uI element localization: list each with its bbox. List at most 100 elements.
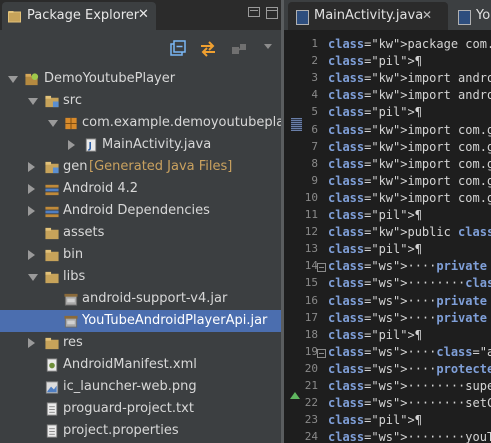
tree-item-ic-launcher-web-png[interactable]: ic_launcher-web.png <box>0 376 281 398</box>
tab-second[interactable]: Yo <box>450 2 491 30</box>
tree-item-androidmanifest-xml[interactable]: AndroidManifest.xml <box>0 354 281 376</box>
tree-item-label: MainActivity.java <box>102 137 212 152</box>
tree-item-mainactivity-java[interactable]: J MainActivity.java <box>0 134 281 156</box>
line-number: 12 <box>304 225 318 239</box>
package-explorer-tabbar: Package Explorer ✕ <box>0 0 281 30</box>
tab-mainactivity-java[interactable]: MainActivity.java ✕ <box>288 2 448 30</box>
fold-collapse-icon[interactable] <box>317 348 326 358</box>
code-line: class="ws">········class="fld">DEVELOPER… <box>328 276 491 291</box>
chevron-down-icon[interactable] <box>28 98 38 105</box>
tree-item-gen[interactable]: gen [Generated Java Files] <box>0 156 281 178</box>
tree-item-label: libs <box>63 269 86 284</box>
line-number: 14 <box>304 259 318 273</box>
editor-tabbar: MainActivity.java ✕ Yo <box>284 0 491 30</box>
fold-collapse-icon[interactable] <box>317 263 326 273</box>
code-line: class="kw">import com.google.andro <box>328 190 491 205</box>
tree-item-res[interactable]: res <box>0 332 281 354</box>
line-number: 19 <box>304 344 318 358</box>
tree-item-youtubeandroidplayerapi-jar[interactable]: YouTubeAndroidPlayerApi.jar <box>0 310 281 332</box>
tree-item-demoyoutubeplayer[interactable]: DemoYoutubePlayer <box>0 68 281 90</box>
line-number: 20 <box>304 361 318 375</box>
close-icon[interactable]: ✕ <box>422 8 432 22</box>
chevron-right-icon[interactable] <box>28 184 35 194</box>
package-explorer-toolbar <box>0 36 281 62</box>
tree-item-label: DemoYoutubePlayer <box>44 71 176 86</box>
chevron-right-icon[interactable] <box>28 206 35 216</box>
minimize-icon[interactable] <box>248 7 260 17</box>
tree-item-android-dependencies[interactable]: Android Dependencies <box>0 200 281 222</box>
tree-item-label: AndroidManifest.xml <box>63 357 197 372</box>
code-line: class="kw">import com.google.andro <box>328 122 491 137</box>
package-explorer-panel: Package Explorer ✕ DemoYoutubePlayer src c… <box>0 0 281 443</box>
tree-item-proguard-project-txt[interactable]: proguard-project.txt <box>0 398 281 420</box>
library-icon <box>45 184 59 196</box>
chevron-right-icon[interactable] <box>28 338 35 348</box>
text-file-icon <box>46 402 58 416</box>
source-folder-icon <box>45 161 59 174</box>
java-file-icon <box>458 10 471 25</box>
tree-item-android-support-v4-jar[interactable]: android-support-v4.jar <box>0 288 281 310</box>
line-number: 13 <box>304 242 318 256</box>
tree-item-label: com.example.demoyoutubeplaye <box>82 115 281 130</box>
tree-item-label: proguard-project.txt <box>63 401 194 416</box>
code-line: class="ws">····private static St <box>328 293 487 308</box>
library-icon <box>45 206 59 218</box>
line-number: 2 <box>311 54 318 68</box>
code-area[interactable]: class="kw">package com.example.de class="… <box>328 30 491 443</box>
line-number: 5 <box>311 105 318 119</box>
package-explorer-icon <box>8 11 21 23</box>
view-menu-icon[interactable] <box>229 39 249 59</box>
chevron-down-icon[interactable] <box>28 274 38 281</box>
line-number: 24 <box>304 430 318 443</box>
package-icon <box>65 117 77 130</box>
code-line: class="ws">········youTubeView = ( <box>328 430 491 443</box>
code-line: class="ws">········super.onCreate <box>328 379 491 393</box>
maximize-icon[interactable] <box>266 7 278 19</box>
tree-item-android-4-2[interactable]: Android 4.2 <box>0 178 281 200</box>
package-explorer-tab[interactable]: Package Explorer ✕ <box>2 2 156 30</box>
line-number: 10 <box>304 190 318 204</box>
link-with-editor-icon[interactable] <box>198 39 218 59</box>
line-number: 3 <box>311 71 318 85</box>
line-number: 15 <box>304 276 318 290</box>
code-line: class="kw">import com.google.andro <box>328 139 491 154</box>
code-line: class="pil">¶ <box>328 54 422 69</box>
chevron-right-icon[interactable] <box>68 140 75 150</box>
code-line: class="ws">····class="ann">@Overrideclas… <box>328 344 491 359</box>
line-number: 21 <box>304 379 318 392</box>
tree-item-project-properties[interactable]: project.properties <box>0 420 281 442</box>
source-folder-icon <box>45 95 59 108</box>
code-line: class="kw">import android.os.Bund <box>328 71 491 86</box>
java-file-icon: J <box>85 138 97 152</box>
code-line: class="kw">package com.example.de <box>328 37 491 51</box>
code-line: class="kw">import com.google.andro <box>328 156 491 171</box>
code-line: class="pil">¶ <box>328 327 422 342</box>
tree-item-label: assets <box>63 225 105 240</box>
chevron-right-icon[interactable] <box>28 162 35 172</box>
tree-item-assets[interactable]: assets <box>0 222 281 244</box>
line-number: 1 <box>311 37 318 50</box>
line-number: 7 <box>311 139 318 153</box>
collapse-all-icon[interactable] <box>168 39 188 59</box>
code-line: class="ws">····private YouTubePla <box>328 310 487 325</box>
jar-icon <box>64 315 78 328</box>
chevron-down-icon[interactable] <box>8 76 18 83</box>
close-icon[interactable]: ✕ <box>138 7 149 22</box>
tree-item-libs[interactable]: libs <box>0 266 281 288</box>
tree-item-label: YouTubeAndroidPlayerApi.jar <box>82 313 268 328</box>
tree-item-bin[interactable]: bin <box>0 244 281 266</box>
code-line: class="kw">import com.google.andro <box>328 173 491 188</box>
tree-item-label: src <box>63 93 82 108</box>
tree-item-com-example-demoyoutubeplaye[interactable]: com.example.demoyoutubeplaye <box>0 112 281 134</box>
chevron-down-icon[interactable] <box>264 44 272 49</box>
folder-icon <box>45 337 59 350</box>
chevron-right-icon[interactable] <box>28 250 35 260</box>
code-line: class="kw">public class MainActivi <box>328 225 491 240</box>
svg-text:J: J <box>88 140 92 150</box>
line-number: 11 <box>304 208 318 221</box>
chevron-down-icon[interactable] <box>48 120 58 127</box>
tree-item-src[interactable]: src <box>0 90 281 112</box>
tree-item-label: res <box>63 335 83 350</box>
line-number: 16 <box>304 293 318 307</box>
tree-item-label: bin <box>63 247 84 262</box>
